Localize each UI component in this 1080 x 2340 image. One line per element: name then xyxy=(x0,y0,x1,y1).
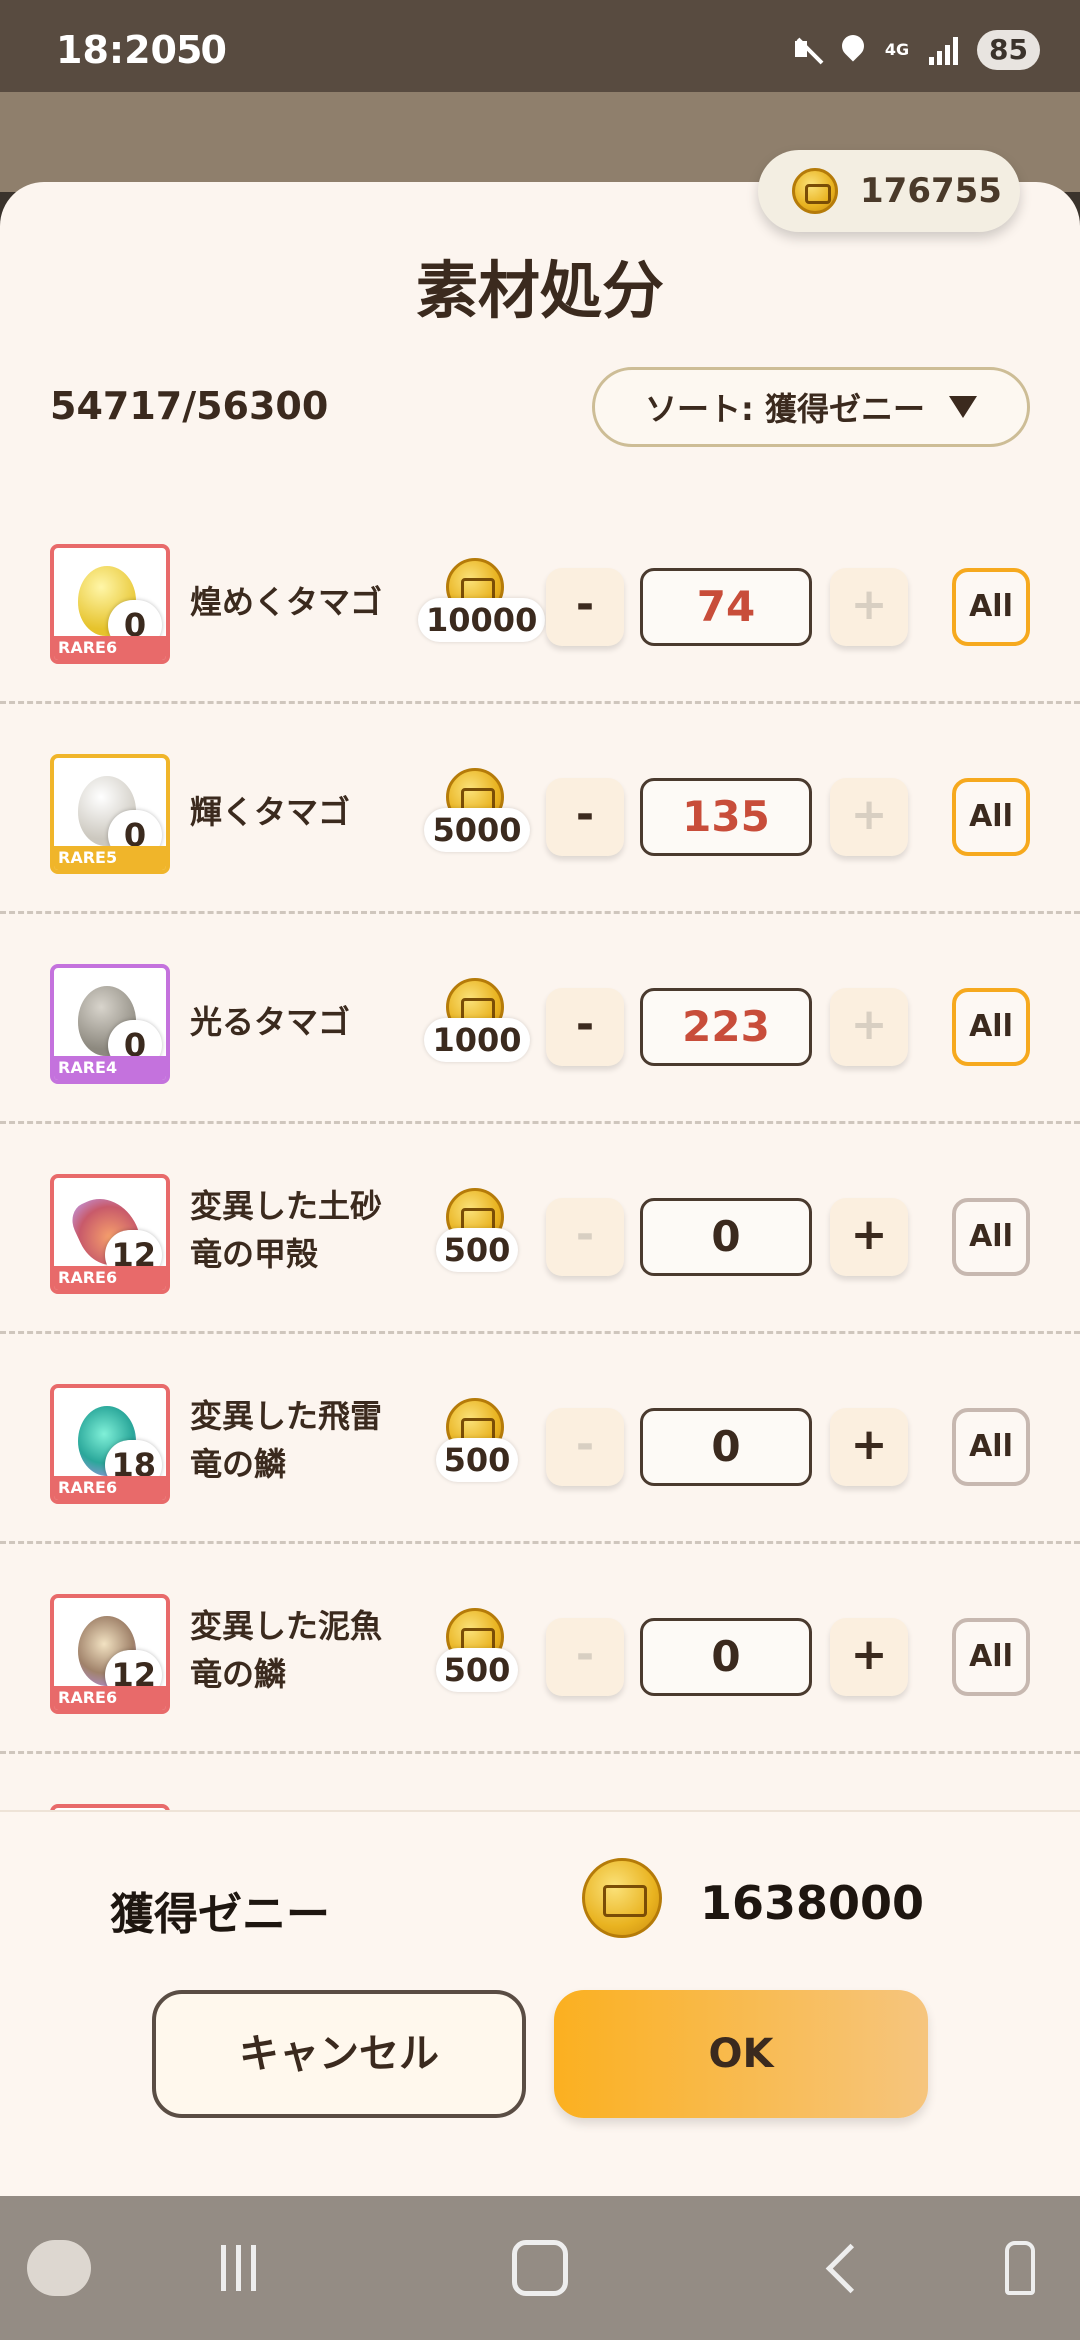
zeny-balance-value: 176755 xyxy=(860,171,1002,211)
quantity-field[interactable]: 74 xyxy=(640,568,812,646)
decrease-button[interactable]: - xyxy=(546,988,624,1066)
material-row: 18 RARE6 変異した飛雷 竜の鱗 500 - 0 + All xyxy=(0,1334,1080,1544)
rarity-tag: RARE4 xyxy=(54,1056,166,1080)
material-row: 0 RARE4 光るタマゴ 1000 - 223 + All xyxy=(0,914,1080,1124)
earned-zeny-value: 1638000 xyxy=(700,1876,925,1930)
quantity-field[interactable]: 223 xyxy=(640,988,812,1066)
rarity-tag: RARE6 xyxy=(54,636,166,660)
price-value: 5000 xyxy=(424,808,530,852)
earned-zeny-label: 獲得ゼニー xyxy=(110,1889,330,1940)
select-all-button[interactable]: All xyxy=(952,988,1030,1066)
unit-price: 500 xyxy=(418,1394,536,1494)
home-button[interactable] xyxy=(512,2236,568,2300)
increase-button[interactable]: + xyxy=(830,988,908,1066)
increase-button[interactable]: + xyxy=(830,778,908,856)
coin-icon xyxy=(582,1858,662,1938)
rarity-tag: RARE6 xyxy=(54,1686,166,1710)
back-button[interactable] xyxy=(822,2236,878,2300)
status-extra: 50 xyxy=(176,28,227,72)
quantity-field[interactable]: 0 xyxy=(640,1618,812,1696)
material-thumbnail[interactable]: 12 RARE6 xyxy=(50,1174,170,1294)
quantity-field[interactable]: 135 xyxy=(640,778,812,856)
select-all-button[interactable]: All xyxy=(952,1408,1030,1486)
price-value: 500 xyxy=(435,1648,519,1692)
battery-indicator: 85 xyxy=(977,30,1040,70)
quantity-field[interactable]: 0 xyxy=(640,1408,812,1486)
rarity-tag: RARE6 xyxy=(54,1476,166,1500)
select-all-button[interactable]: All xyxy=(952,568,1030,646)
material-thumbnail[interactable]: 18 RARE6 xyxy=(50,1384,170,1504)
material-row: 12 RARE6 変異した土砂 竜の甲殻 500 - 0 + All xyxy=(0,1124,1080,1334)
cancel-button[interactable]: キャンセル xyxy=(152,1990,526,2118)
select-all-button[interactable]: All xyxy=(952,1618,1030,1696)
select-all-button[interactable]: All xyxy=(952,778,1030,856)
sort-arrow-icon xyxy=(948,396,977,418)
decrease-button[interactable]: - xyxy=(546,1618,624,1696)
material-name: 変異した土砂 竜の甲殻 xyxy=(190,1182,400,1278)
location-icon xyxy=(841,35,865,65)
increase-button[interactable]: + xyxy=(830,1408,908,1486)
price-value: 500 xyxy=(435,1438,519,1482)
decrease-button[interactable]: - xyxy=(546,1408,624,1486)
unit-price: 500 xyxy=(418,1604,536,1704)
material-thumbnail[interactable]: 12 RARE6 xyxy=(50,1594,170,1714)
quantity-field[interactable]: 0 xyxy=(640,1198,812,1276)
price-value: 1000 xyxy=(424,1018,530,1062)
increase-button[interactable]: + xyxy=(830,1618,908,1696)
material-name-line2: 竜の鱗 xyxy=(190,1655,287,1693)
material-name-line1: 変異した土砂 xyxy=(190,1187,383,1225)
unit-price: 5000 xyxy=(418,764,536,864)
decrease-button[interactable]: - xyxy=(546,1198,624,1276)
price-value: 500 xyxy=(435,1228,519,1272)
material-row: 0 RARE6 煌めくタマゴ 10000 - 74 + All xyxy=(0,494,1080,704)
rarity-tag: RARE5 xyxy=(54,846,166,870)
decrease-button[interactable]: - xyxy=(546,568,624,646)
material-name: 変異した飛雷 竜の鱗 xyxy=(190,1392,400,1488)
increase-button[interactable]: + xyxy=(830,1198,908,1276)
material-thumbnail[interactable]: 0 RARE5 xyxy=(50,754,170,874)
material-name-line1: 変異した泥魚 xyxy=(190,1607,383,1645)
material-row: 12 RARE6 変異した泥魚 竜の鱗 500 - 0 + All xyxy=(0,1544,1080,1754)
coin-icon xyxy=(792,168,838,214)
select-all-button[interactable]: All xyxy=(952,1198,1030,1276)
unit-price: 500 xyxy=(418,1184,536,1284)
zeny-balance: 176755 xyxy=(758,150,1020,232)
signal-icon xyxy=(929,35,959,65)
rarity-tag: RARE6 xyxy=(54,1266,166,1290)
sort-label: ソート: 獲得ゼニー xyxy=(645,390,925,428)
status-bar: 18:20 50 4G 85 xyxy=(0,0,1080,92)
material-name: 光るタマゴ xyxy=(190,1003,351,1041)
game-launcher-icon[interactable] xyxy=(24,2236,94,2300)
material-thumbnail[interactable]: 0 RARE4 xyxy=(50,964,170,1084)
system-nav-bar xyxy=(0,2196,1080,2340)
material-capacity: 54717/56300 xyxy=(50,384,329,428)
material-name: 変異した泥魚 竜の鱗 xyxy=(190,1602,400,1698)
material-name: 煌めくタマゴ xyxy=(190,583,383,621)
network-type: 4G xyxy=(884,40,910,59)
page-title: 素材処分 xyxy=(415,254,664,327)
mute-icon xyxy=(793,33,823,67)
material-row: 0 RARE5 輝くタマゴ 5000 - 135 + All xyxy=(0,704,1080,914)
status-icons: 4G 85 xyxy=(793,30,1040,70)
status-time: 18:20 xyxy=(56,28,177,72)
ok-button[interactable]: OK xyxy=(554,1990,928,2118)
price-value: 10000 xyxy=(418,598,546,642)
touch-lock-icon[interactable] xyxy=(990,2236,1050,2300)
material-thumbnail[interactable]: 0 RARE6 xyxy=(50,544,170,664)
unit-price: 10000 xyxy=(418,554,546,654)
material-name: 輝くタマゴ xyxy=(190,793,351,831)
material-name-line2: 竜の甲殻 xyxy=(190,1235,319,1273)
increase-button[interactable]: + xyxy=(830,568,908,646)
sort-dropdown[interactable]: ソート: 獲得ゼニー xyxy=(592,367,1030,447)
recents-button[interactable] xyxy=(206,2236,270,2300)
material-name-line1: 変異した飛雷 xyxy=(190,1397,383,1435)
material-name-line2: 竜の鱗 xyxy=(190,1445,287,1483)
decrease-button[interactable]: - xyxy=(546,778,624,856)
footer-panel: 獲得ゼニー 1638000 キャンセル OK xyxy=(0,1810,1080,2196)
unit-price: 1000 xyxy=(418,974,536,1074)
